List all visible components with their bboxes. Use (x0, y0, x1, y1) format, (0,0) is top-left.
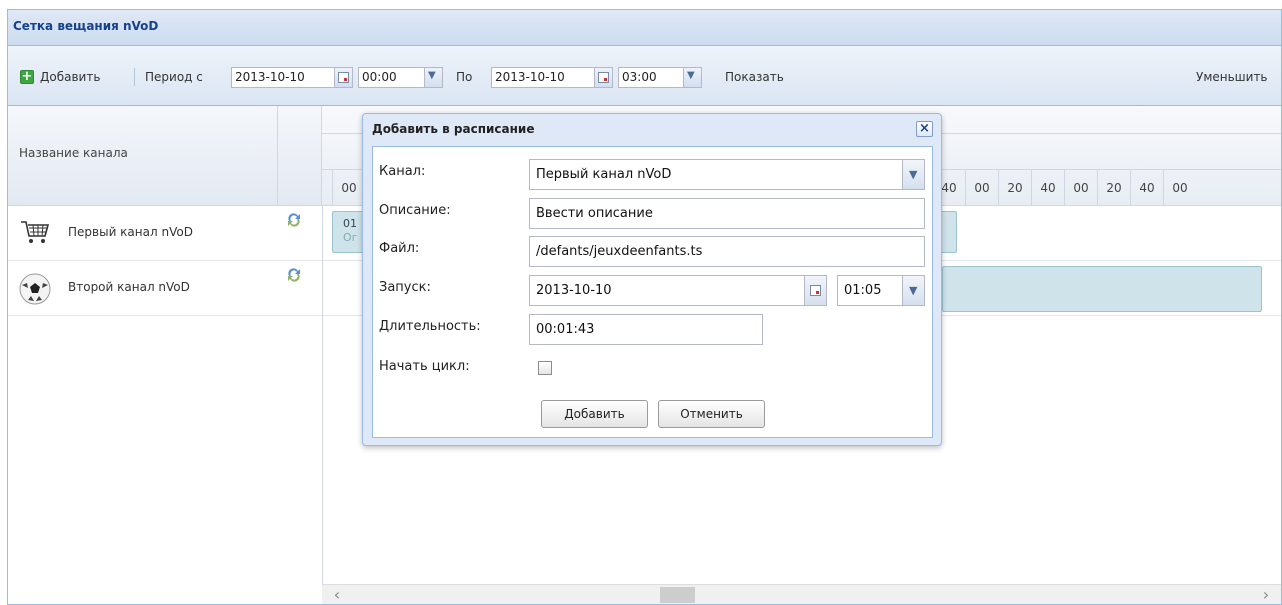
start-date-picker-button[interactable] (805, 275, 827, 306)
duration-input[interactable]: 00:01:43 (529, 314, 763, 345)
chevron-down-icon: ▼ (428, 70, 436, 81)
duration-label: Длительность: (379, 319, 481, 334)
channel-row[interactable]: Первый канал nVoD (8, 206, 322, 261)
scrollbar-thumb[interactable] (660, 587, 695, 603)
from-date-picker-button[interactable] (335, 67, 353, 88)
start-time-dropdown-button[interactable]: ▼ (903, 275, 925, 306)
from-date-input[interactable]: 2013-10-10 (231, 67, 335, 88)
file-label: Файл: (379, 241, 420, 256)
toolbar: + Добавить Период с 2013-10-10 00:00 ▼ П… (8, 46, 1281, 106)
schedule-event[interactable] (942, 266, 1262, 312)
calendar-icon (598, 72, 609, 83)
scroll-right-icon[interactable]: › (1256, 585, 1276, 604)
scroll-left-icon[interactable]: ‹ (327, 585, 347, 604)
panel-title: Сетка вещания nVoD (8, 10, 1281, 46)
cart-icon (21, 221, 50, 243)
cancel-button[interactable]: Отменить (658, 400, 765, 428)
to-date-input[interactable]: 2013-10-10 (491, 67, 595, 88)
timeline-tick: 00 (332, 170, 365, 206)
close-icon[interactable]: × (916, 121, 933, 137)
to-date-picker-button[interactable] (595, 67, 613, 88)
from-time-dropdown-button[interactable]: ▼ (425, 67, 443, 88)
timeline-tick: 20 (1097, 170, 1130, 206)
refresh-icon[interactable] (286, 267, 302, 283)
event-label: 01 Ог (343, 217, 358, 244)
add-button[interactable]: Добавить (40, 67, 100, 87)
timeline-divider (322, 206, 323, 584)
to-label: По (456, 70, 473, 84)
loop-checkbox[interactable] (538, 361, 552, 375)
file-input[interactable]: /defants/jeuxdeenfants.ts (529, 236, 925, 267)
chevron-down-icon: ▼ (687, 70, 695, 81)
add-to-schedule-dialog: Добавить в расписание × Канал: Первый ка… (362, 113, 942, 446)
show-button[interactable]: Показать (725, 67, 784, 87)
timeline-tick: 20 (998, 170, 1031, 206)
timeline-tick: 00 (965, 170, 998, 206)
from-time-input[interactable]: 00:00 (358, 67, 425, 88)
timeline-tick: 40 (1031, 170, 1064, 206)
calendar-icon (338, 72, 349, 83)
start-time-input[interactable]: 01:05 (837, 275, 903, 306)
chevron-down-icon: ▼ (909, 168, 918, 181)
channel-name: Второй канал nVoD (68, 280, 190, 294)
to-time-input[interactable]: 03:00 (618, 67, 684, 88)
toolbar-separator (134, 68, 135, 86)
loop-label: Начать цикл: (379, 359, 470, 374)
soccer-ball-icon (19, 273, 51, 305)
start-label: Запуск: (379, 280, 431, 295)
timeline-tick: 40 (1130, 170, 1163, 206)
channel-select[interactable]: Первый канал nVoD (529, 159, 903, 190)
refresh-icon[interactable] (286, 212, 302, 228)
description-input[interactable]: Ввести описание (529, 198, 925, 229)
add-icon[interactable]: + (20, 70, 34, 84)
to-time-dropdown-button[interactable]: ▼ (684, 67, 702, 88)
channel-label: Канал: (379, 164, 426, 179)
refresh-column-header (278, 106, 322, 206)
horizontal-scrollbar[interactable]: ‹ › (322, 584, 1281, 604)
calendar-icon (810, 285, 821, 296)
channel-name: Первый канал nVoD (68, 225, 193, 239)
add-button[interactable]: Добавить (541, 400, 648, 428)
channel-dropdown-button[interactable]: ▼ (903, 159, 925, 190)
timeline-tick: 00 (1163, 170, 1196, 206)
timeline-tick: 00 (1064, 170, 1097, 206)
start-date-input[interactable]: 2013-10-10 (529, 275, 805, 306)
dialog-title: Добавить в расписание (372, 122, 535, 136)
dialog-form: Канал: Первый канал nVoD ▼ Описание: Вве… (372, 146, 933, 438)
channel-column-header-label: Название канала (19, 146, 128, 160)
channel-row[interactable]: Второй канал nVoD (8, 261, 322, 316)
channel-column-header: Название канала (8, 106, 278, 206)
period-from-label: Период с (145, 70, 203, 84)
description-label: Описание: (379, 203, 451, 218)
zoom-out-button[interactable]: Уменьшить (1196, 67, 1268, 87)
chevron-down-icon: ▼ (909, 284, 918, 297)
